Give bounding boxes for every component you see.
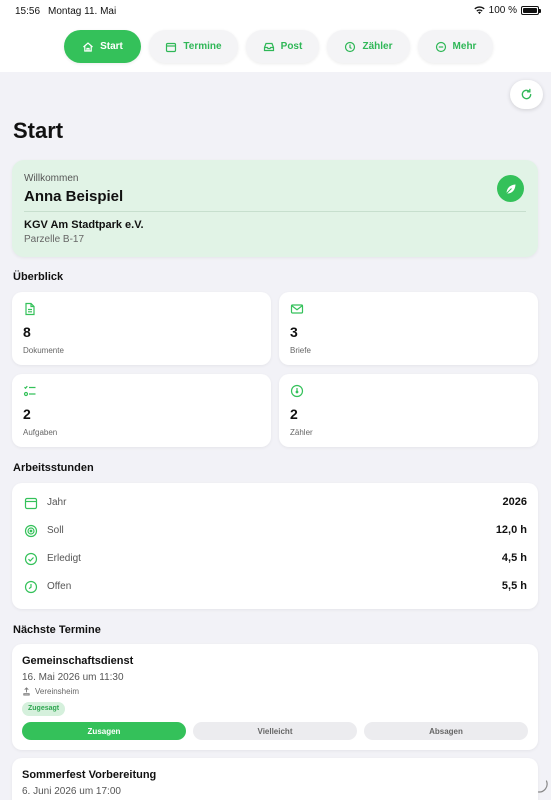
tab-label: Post [280, 41, 303, 52]
event-card[interactable]: Sommerfest Vorbereitung 6. Juni 2026 um … [12, 758, 538, 800]
rsvp-status-badge: Zugesagt [22, 702, 66, 716]
meter-icon [290, 384, 304, 398]
tab-post[interactable]: Post [246, 30, 319, 63]
page-title: Start [13, 118, 64, 143]
event-title: Gemeinschaftsdienst [22, 655, 134, 667]
work-hours-card: Jahr 2026 Soll 12,0 h Erledigt 4,5 h Off… [12, 483, 538, 609]
stat-value: 2 [23, 406, 31, 422]
loading-spinner-icon [537, 780, 548, 793]
document-icon [25, 302, 35, 316]
event-datetime: 6. Juni 2026 um 17:00 [22, 786, 121, 797]
work-hours-row-year: Jahr 2026 [12, 493, 538, 513]
wifi-icon [474, 6, 485, 15]
overview-heading: Überblick [13, 271, 64, 283]
top-navigation: Start Termine Post Zähler Mehr [0, 22, 551, 72]
status-bar: 15:56 Montag 11. Mai 100 % [0, 0, 551, 22]
stat-label: Aufgaben [23, 428, 58, 437]
tab-start[interactable]: Start [64, 30, 141, 63]
task-list-icon [23, 385, 36, 397]
inbox-icon [263, 42, 274, 51]
events-heading: Nächste Termine [13, 624, 101, 636]
row-value: 4,5 h [501, 552, 527, 564]
work-hours-row-done: Erledigt 4,5 h [12, 549, 538, 569]
stat-label: Briefe [290, 346, 311, 355]
clock-icon [24, 580, 38, 594]
stat-card-documents[interactable]: 8 Dokumente [12, 292, 271, 365]
row-label: Jahr [47, 497, 67, 508]
tab-label: Termine [183, 41, 222, 52]
home-icon [83, 41, 93, 52]
event-location: Vereinsheim [22, 687, 79, 696]
envelope-icon [290, 304, 304, 314]
work-hours-heading: Arbeitsstunden [13, 462, 94, 474]
event-location-text: Vereinsheim [35, 687, 80, 696]
maybe-button[interactable]: Vielleicht [193, 722, 357, 740]
row-value: 2026 [502, 496, 527, 508]
status-time: 15:56 [15, 6, 41, 17]
tab-termine[interactable]: Termine [149, 30, 238, 63]
stat-card-tasks[interactable]: 2 Aufgaben [12, 374, 271, 447]
plot-number: Parzelle B-17 [24, 234, 85, 245]
stat-label: Zähler [290, 428, 313, 437]
work-hours-row-open: Offen 5,5 h [12, 577, 538, 597]
leaf-icon [505, 184, 515, 194]
status-date: Montag 11. Mai [48, 6, 117, 17]
accept-button[interactable]: Zusagen [22, 722, 186, 740]
status-indicators: 100 % [474, 5, 541, 16]
divider [24, 211, 526, 212]
stat-label: Dokumente [23, 346, 64, 355]
row-value: 5,5 h [501, 580, 527, 592]
battery-percent: 100 % [488, 5, 517, 16]
stat-value: 2 [290, 406, 298, 422]
event-card[interactable]: Gemeinschaftsdienst 16. Mai 2026 um 11:3… [12, 644, 538, 750]
welcome-card: Willkommen Anna Beispiel KGV Am Stadtpar… [12, 160, 538, 257]
calendar-icon [166, 42, 177, 52]
refresh-icon [521, 88, 532, 100]
battery-icon [521, 6, 541, 15]
leaf-badge [497, 175, 524, 202]
meter-icon [345, 41, 356, 52]
tab-zaehler[interactable]: Zähler [327, 30, 410, 63]
event-title: Sommerfest Vorbereitung [22, 769, 157, 781]
rsvp-actions: Zusagen Vielleicht Absagen [22, 722, 528, 740]
tab-mehr[interactable]: Mehr [418, 30, 493, 63]
row-label: Soll [47, 525, 64, 536]
tab-label: Start [100, 41, 123, 52]
stat-card-meters[interactable]: 2 Zähler [279, 374, 538, 447]
tab-label: Mehr [452, 41, 477, 52]
refresh-button[interactable] [510, 80, 543, 109]
stat-value: 3 [290, 324, 298, 340]
row-label: Offen [47, 581, 72, 592]
more-icon [435, 41, 446, 52]
row-value: 12,0 h [495, 524, 527, 536]
stat-card-letters[interactable]: 3 Briefe [279, 292, 538, 365]
tab-label: Zähler [362, 41, 393, 52]
event-datetime: 16. Mai 2026 um 11:30 [22, 672, 124, 683]
tab-bar: Start Termine Post Zähler Mehr [64, 30, 493, 63]
club-name: KGV Am Stadtpark e.V. [24, 219, 144, 231]
work-hours-row-target: Soll 12,0 h [12, 521, 538, 541]
calendar-icon [24, 497, 38, 510]
decline-button[interactable]: Absagen [364, 722, 528, 740]
target-icon [24, 524, 38, 538]
row-label: Erledigt [47, 553, 81, 564]
member-name: Anna Beispiel [24, 188, 124, 205]
location-icon [23, 687, 30, 696]
welcome-label: Willkommen [24, 173, 79, 184]
check-circle-icon [24, 552, 38, 566]
stat-value: 8 [23, 324, 31, 340]
